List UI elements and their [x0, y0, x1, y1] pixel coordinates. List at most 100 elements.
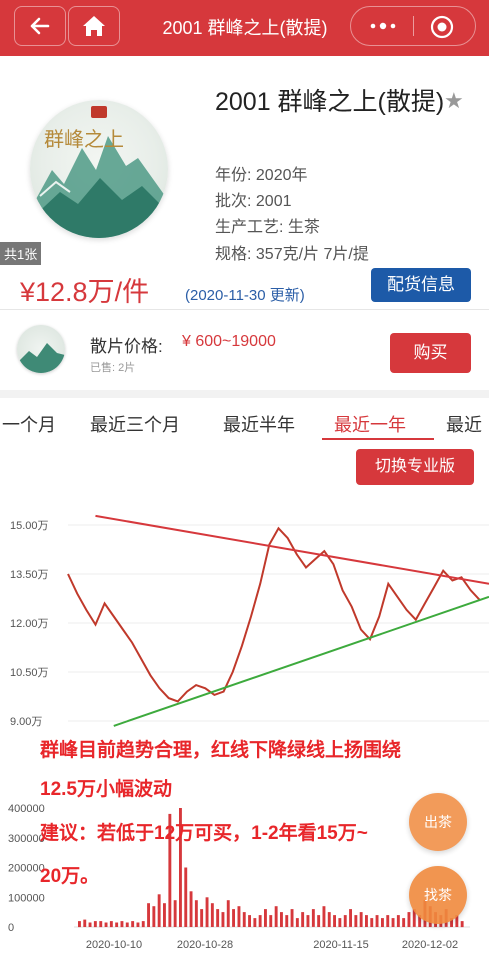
volume-bar — [386, 915, 390, 927]
volume-bar — [141, 921, 145, 928]
volume-bar — [152, 906, 156, 927]
volume-bar — [317, 915, 321, 927]
volume-bar — [99, 921, 103, 928]
volume-bar — [365, 915, 368, 927]
favorite-star-icon[interactable]: ★ — [444, 88, 464, 114]
price-tick-label: 9.00万 — [10, 716, 42, 728]
loose-sold-count: 已售: 2片 — [90, 362, 136, 374]
price-update-date: (2020-11-30 更新) — [185, 287, 305, 304]
cake-inscription: 群峰之上 — [44, 127, 124, 151]
volume-bar — [248, 915, 251, 927]
nav-bar: 2001 群峰之上(散提) — [0, 0, 489, 56]
tab-half-year[interactable]: 最近半年 — [223, 411, 295, 437]
product-image[interactable]: 群峰之上 — [30, 100, 168, 238]
volume-bar — [285, 915, 289, 927]
volume-bar — [396, 915, 400, 927]
volume-bar — [205, 897, 209, 928]
product-title: 2001 群峰之上(散提) — [215, 88, 445, 116]
volume-bar — [280, 912, 283, 927]
volume-bar — [391, 918, 395, 927]
volume-bar — [83, 919, 87, 927]
active-tab-underline — [322, 438, 434, 440]
tab-one-month[interactable]: 一个月 — [2, 411, 56, 437]
loose-piece-thumbnail[interactable] — [17, 325, 65, 373]
volume-x-label: 2020-10-10 — [86, 939, 142, 951]
volume-tick-label: 100000 — [8, 892, 45, 904]
volume-bar — [232, 909, 235, 927]
product-batch: 批次: 2001 — [215, 193, 292, 210]
volume-bar — [402, 918, 406, 927]
switch-pro-button[interactable]: 切换专业版 — [356, 449, 474, 485]
home-icon — [83, 16, 105, 36]
ellipsis-icon[interactable] — [365, 16, 401, 36]
annotation-line-3: 建议：若低于12万可买，1-2年看15万~ — [40, 823, 368, 844]
volume-bar — [242, 912, 246, 927]
home-button[interactable] — [68, 6, 120, 46]
capsule-menu — [350, 6, 476, 46]
tea-cake-mini-artwork — [17, 343, 65, 373]
volume-bar — [407, 912, 411, 927]
volume-bar — [78, 921, 81, 928]
image-count-badge: 共1张 — [0, 242, 42, 265]
back-button[interactable] — [14, 6, 66, 46]
tab-one-year[interactable]: 最近一年 — [334, 411, 406, 437]
volume-bar — [306, 915, 310, 927]
volume-x-label: 2020-12-02 — [402, 939, 458, 951]
volume-x-label: 2020-11-15 — [313, 939, 368, 951]
volume-bar — [200, 909, 204, 927]
product-process: 生产工艺: 生茶 — [215, 219, 320, 236]
volume-bar — [216, 909, 220, 927]
volume-bar — [109, 921, 113, 928]
volume-bar — [322, 906, 326, 927]
price-tick-label: 15.00万 — [10, 520, 49, 532]
target-icon[interactable] — [429, 14, 455, 40]
annotation-line-2: 12.5万小幅波动 — [40, 779, 172, 800]
volume-bar — [327, 912, 331, 927]
tab-recent[interactable]: 最近 — [446, 411, 482, 437]
tea-cake-artwork: 群峰之上 — [30, 106, 168, 238]
section-divider — [0, 390, 489, 398]
volume-bar — [333, 915, 336, 927]
nav-title: 2001 群峰之上(散提) — [162, 18, 328, 38]
volume-bar — [163, 903, 166, 927]
price-line — [67, 526, 481, 703]
volume-bar — [253, 918, 257, 927]
product-spec: 规格: 357克/片 7片/提 — [215, 246, 369, 263]
volume-bar — [93, 921, 97, 928]
volume-bar — [343, 915, 347, 927]
volume-bar — [370, 918, 374, 927]
volume-bar — [210, 903, 214, 927]
volume-bar — [147, 903, 150, 927]
sell-tea-button[interactable]: 出茶 — [409, 793, 467, 851]
volume-bar — [359, 912, 363, 927]
product-year: 年份: 2020年 — [215, 167, 308, 184]
find-tea-button[interactable]: 找茶 — [409, 866, 467, 924]
volume-bar — [189, 891, 193, 927]
distribution-info-button[interactable]: 配货信息 — [371, 268, 471, 302]
volume-bar — [354, 915, 358, 927]
volume-bar — [184, 867, 188, 927]
volume-bar — [274, 906, 278, 927]
volume-bar — [221, 912, 225, 927]
volume-bar — [269, 915, 273, 927]
arrow-left-icon — [30, 17, 50, 35]
volume-x-label: 2020-10-28 — [177, 939, 233, 951]
volume-bar — [120, 921, 124, 928]
loose-price-label: 散片价格: — [90, 337, 163, 356]
volume-bar — [157, 894, 161, 927]
price-tick-label: 10.50万 — [10, 667, 49, 679]
volume-bar — [173, 900, 177, 927]
trendline-up — [113, 595, 489, 727]
volume-bar — [258, 915, 262, 927]
divider — [0, 309, 489, 310]
price-tick-label: 13.50万 — [10, 569, 49, 581]
price-tick-label: 12.00万 — [10, 618, 49, 630]
volume-bar — [194, 900, 198, 927]
annotation-line-4: 20万。 — [40, 866, 100, 887]
volume-bar — [311, 909, 315, 927]
volume-bar — [295, 918, 299, 927]
annotation-line-1: 群峰目前趋势合理，红线下降绿线上扬围绕 — [40, 740, 402, 761]
tab-three-months[interactable]: 最近三个月 — [90, 411, 180, 437]
buy-button[interactable]: 购买 — [390, 333, 471, 373]
volume-bar — [264, 909, 267, 927]
